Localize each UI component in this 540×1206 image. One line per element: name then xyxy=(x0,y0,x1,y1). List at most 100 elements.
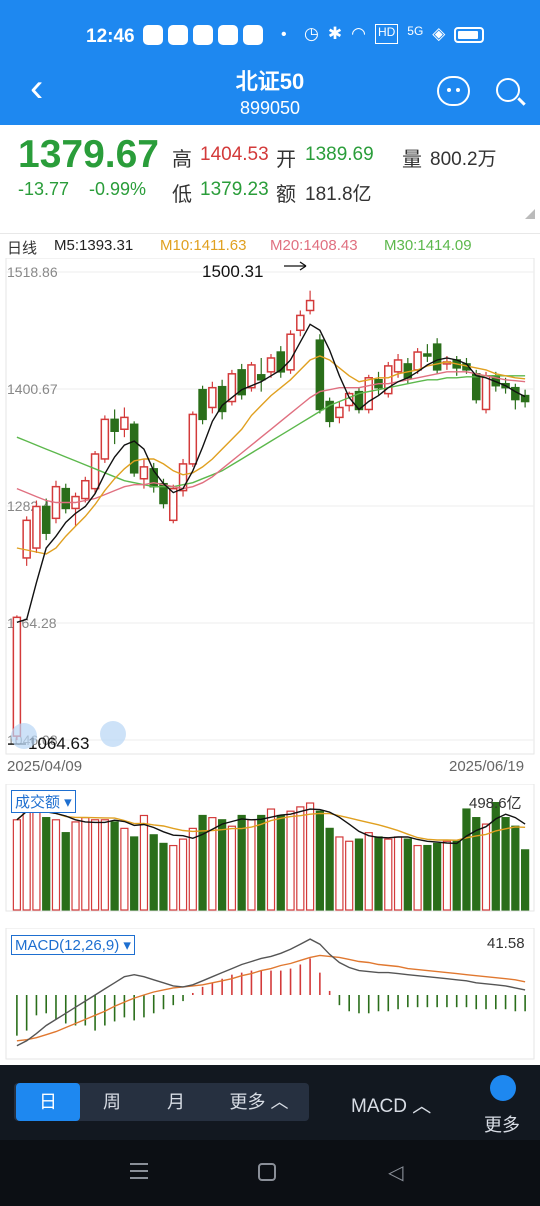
candle-body xyxy=(305,299,315,312)
volume-chart[interactable] xyxy=(0,784,540,912)
volume-bar xyxy=(237,814,246,911)
amount-value: 181.8亿 xyxy=(305,184,372,205)
ma-legend: 日线 M5:1393.31 M10:1411.63 M20:1408.43 M3… xyxy=(0,233,540,257)
volume-bar xyxy=(120,827,129,911)
volume-bar xyxy=(149,834,158,911)
volume-bar xyxy=(296,806,305,911)
date-start: 2025/04/09 xyxy=(7,758,83,775)
kline-period-label: 日线 xyxy=(7,240,38,257)
volume-bar xyxy=(520,849,530,911)
candle-body xyxy=(296,314,305,332)
more-menu-label[interactable]: 更多 xyxy=(484,1111,520,1137)
candle-body xyxy=(276,351,286,373)
indicator-select[interactable]: MACD ︿ xyxy=(351,1091,431,1118)
period-more-label: 更多 xyxy=(229,1092,266,1112)
volume-bar xyxy=(12,819,22,911)
volume-bar xyxy=(481,823,491,911)
volume-bar xyxy=(335,836,344,911)
volume-bar xyxy=(305,802,315,911)
volume-bar xyxy=(433,842,442,911)
candle-body xyxy=(41,505,51,534)
candle-body xyxy=(129,423,139,474)
volume-bar xyxy=(90,819,100,911)
volume-bar xyxy=(178,838,188,911)
weibo-icon xyxy=(168,25,188,45)
volume-bar xyxy=(345,840,354,911)
y-tick-label: 1400.67 xyxy=(7,381,58,397)
macd-max-label: 41.58 xyxy=(487,935,525,952)
period-tab-more[interactable]: 更多 ︿ xyxy=(214,1083,304,1121)
volume-bar xyxy=(71,821,80,911)
volume-bar xyxy=(286,810,295,911)
system-back-icon[interactable]: ◁ xyxy=(388,1160,403,1185)
candle-body xyxy=(364,377,374,411)
candle-body xyxy=(266,357,276,373)
candle-body xyxy=(110,418,119,432)
home-icon[interactable] xyxy=(258,1163,276,1181)
status-time: 12:46 xyxy=(86,26,135,47)
period-tab-month[interactable]: 月 xyxy=(144,1083,208,1121)
macd-dea-line xyxy=(16,954,526,1042)
volume-bar xyxy=(208,817,217,911)
low-value: 1379.23 xyxy=(200,179,269,200)
volume-label: 量 xyxy=(402,149,422,171)
period-tab-day[interactable]: 日 xyxy=(16,1083,80,1121)
y-tick-label: 1518.86 xyxy=(7,264,58,280)
candle-body xyxy=(22,519,31,559)
chat-icon[interactable] xyxy=(437,76,470,106)
candle-body xyxy=(12,616,22,737)
indicator-select-label: MACD xyxy=(351,1096,407,1117)
volume-bar xyxy=(22,802,31,911)
candle-body xyxy=(335,406,344,419)
candle-body xyxy=(423,353,432,357)
candle-body xyxy=(188,413,198,465)
volume-bar xyxy=(364,832,373,911)
volume-bar xyxy=(423,844,432,911)
current-price: 1379.67 xyxy=(18,133,159,176)
more-menu-icon[interactable] xyxy=(490,1075,516,1101)
ma5-label: M5:1393.31 xyxy=(54,237,134,254)
volume-bar xyxy=(130,836,139,911)
volume-bar xyxy=(257,814,266,911)
candle-body xyxy=(61,487,71,510)
ma30-label: M30:1414.09 xyxy=(384,237,472,254)
candle-body xyxy=(90,453,100,490)
volume-bar xyxy=(227,825,237,911)
recent-apps-icon[interactable] xyxy=(130,1163,148,1184)
wifi-icon: ◠ xyxy=(351,24,366,43)
candle-body xyxy=(120,416,129,431)
volume-max-label: 498.6亿 xyxy=(469,795,522,812)
toutiao-icon xyxy=(193,25,213,45)
volume-indicator-select[interactable]: 成交额 ▾ xyxy=(11,790,76,813)
volume-bar xyxy=(61,832,70,911)
status-bar: 12:46 • ◷ ✱ ◠ HD 5G ◈ xyxy=(0,18,540,54)
battery-icon xyxy=(454,27,485,43)
search-icon[interactable] xyxy=(496,78,520,102)
volume-bar xyxy=(247,819,256,911)
candle-body xyxy=(413,351,422,371)
min-price-annotation: 1064.63 xyxy=(28,734,89,753)
ma20-label: M20:1408.43 xyxy=(270,237,358,254)
max-price-annotation: 1500.31 xyxy=(202,262,263,281)
volume-bar xyxy=(100,819,109,911)
volume-bar xyxy=(384,838,393,911)
signal-icon: 5G xyxy=(407,24,424,38)
volume-bar xyxy=(188,827,197,911)
period-tab-week[interactable]: 周 xyxy=(80,1083,144,1121)
ma10-label: M10:1411.63 xyxy=(160,237,247,254)
candle-body xyxy=(432,343,442,371)
high-value: 1404.53 xyxy=(200,144,269,165)
high-label: 高 xyxy=(172,149,192,171)
candle-body xyxy=(32,505,41,549)
volume-bar xyxy=(198,814,207,911)
macd-indicator-select[interactable]: MACD(12,26,9) ▾ xyxy=(11,935,135,955)
volume-bar xyxy=(452,840,461,911)
kline-chart[interactable]: 1518.861400.671282.471164.281046.081500.… xyxy=(0,258,540,758)
low-label: 低 xyxy=(172,184,192,206)
volume-bar xyxy=(393,836,403,911)
app-header: 12:46 • ◷ ✱ ◠ HD 5G ◈ ‹ 北证50 899050 xyxy=(0,0,540,125)
candle-body xyxy=(217,385,227,413)
expand-quote-icon[interactable] xyxy=(525,209,535,219)
candle-body xyxy=(168,487,178,522)
price-change-pct: -0.99% xyxy=(89,179,147,199)
